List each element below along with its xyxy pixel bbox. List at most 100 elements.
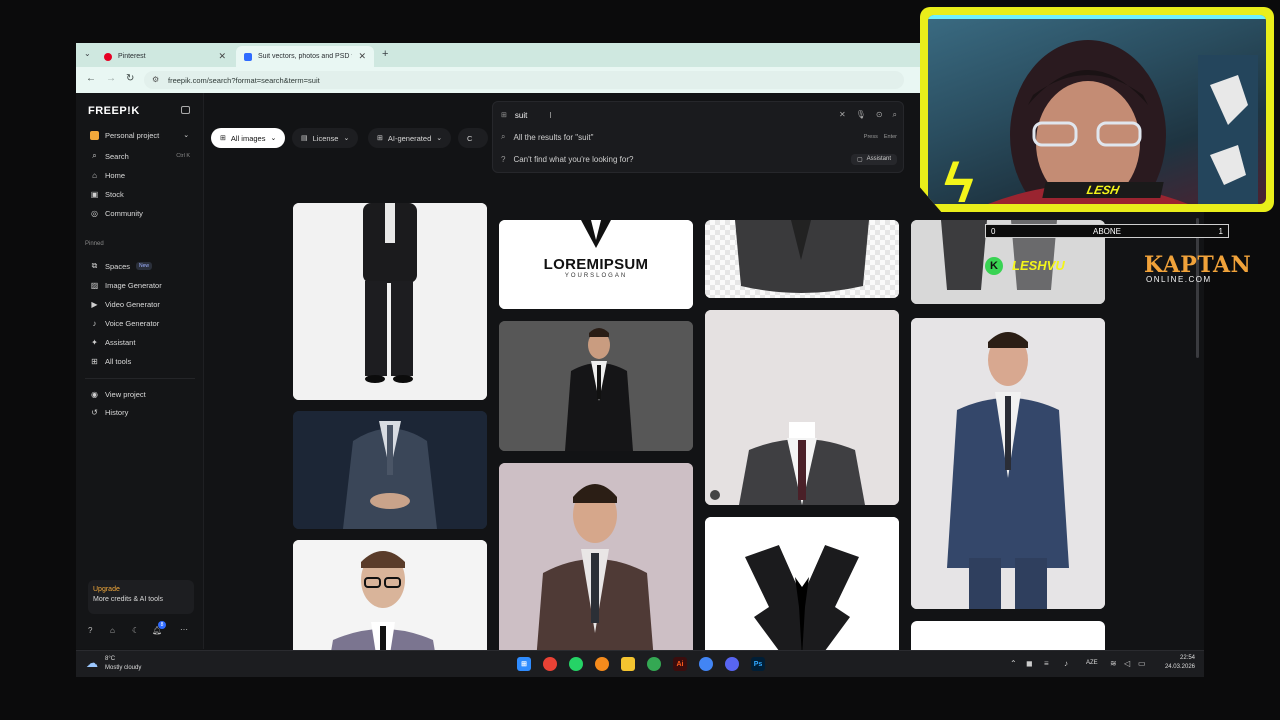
freepik-icon <box>244 52 252 61</box>
collapse-sidebar-icon[interactable] <box>181 106 190 114</box>
grid-icon: ⊞ <box>501 112 507 119</box>
illustrator-icon[interactable]: Ai <box>673 657 687 671</box>
filter-license[interactable]: ▤ License ⌄ <box>292 128 359 148</box>
suit-photo-image <box>499 463 693 677</box>
filter-all-images[interactable]: ⊞ All images ⌄ <box>211 128 286 148</box>
battery-icon[interactable]: ▭ <box>1138 659 1146 668</box>
more-icon[interactable]: ⋯ <box>180 625 188 634</box>
press-hint: Press <box>863 134 878 140</box>
weather-temp[interactable]: 8°C <box>105 656 115 662</box>
tray-mic-icon[interactable]: ♪ <box>1064 659 1068 668</box>
chevron-down-icon: ⌄ <box>183 132 190 139</box>
chrome-alt-icon[interactable] <box>699 657 713 671</box>
enter-key-hint: Enter <box>883 134 897 140</box>
streamer-name: LESH <box>1042 182 1164 198</box>
camera-icon[interactable]: ⊙ <box>876 110 883 120</box>
chevron-down-icon: ⌄ <box>270 135 277 142</box>
blender-icon[interactable] <box>595 657 609 671</box>
close-tab-icon[interactable]: ✕ <box>218 51 226 62</box>
back-icon[interactable]: ← <box>86 73 96 84</box>
result-suit-full-body[interactable] <box>293 203 487 400</box>
result-suit-grey-bg[interactable] <box>499 321 693 451</box>
abone-end: 1 <box>1218 226 1223 236</box>
result-jacket-transparent[interactable] <box>705 220 899 298</box>
license-icon: ▤ <box>301 135 308 142</box>
tray-chevron-icon[interactable]: ⌃ <box>1010 659 1017 668</box>
address-bar[interactable]: ⚙ freepik.com/search?format=search&term=… <box>144 71 904 89</box>
clock-time[interactable]: 22:54 <box>1159 655 1195 661</box>
spaces-icon: ⧉ <box>91 261 98 270</box>
discord-icon[interactable] <box>725 657 739 671</box>
weather-desc[interactable]: Mostly cloudy <box>105 665 141 671</box>
sidebar-item-label: View project <box>105 389 146 399</box>
tray-settings-icon[interactable]: ≡ <box>1044 659 1049 668</box>
webcam-frame: ϟ LESH <box>920 7 1274 212</box>
sidebar-item-label: Image Generator <box>105 280 162 290</box>
all-results-text: All the results for "suit" <box>513 132 594 142</box>
windows-start-icon[interactable]: ⊞ <box>517 657 531 671</box>
chip-label: AI-generated <box>387 133 432 143</box>
sidebar-item-search[interactable]: ⌕ Search Ctrl K <box>90 149 190 163</box>
reload-icon[interactable]: ↻ <box>126 73 134 84</box>
sidebar-item-assistant[interactable]: ✦ Assistant <box>90 335 135 349</box>
whatsapp-icon[interactable] <box>569 657 583 671</box>
upgrade-card[interactable]: Upgrade More credits & AI tools <box>88 580 194 614</box>
assistant-button[interactable]: ▢ Assistant <box>850 154 897 165</box>
microphone-icon[interactable]: 🎙︎ <box>856 110 866 120</box>
sidebar-item-all-tools[interactable]: ⊞ All tools <box>90 354 131 368</box>
volume-icon[interactable]: ◁ <box>1124 659 1130 668</box>
result-suit-buttoning[interactable] <box>293 411 487 529</box>
search-input-row[interactable]: ⊞ suit I ✕ 🎙︎ ⊙ ⌕ <box>501 110 897 120</box>
tab-freepik[interactable]: Suit vectors, photos and PSD fi ✕ <box>236 46 374 67</box>
lightning-icon: ϟ <box>944 151 974 205</box>
sidebar-item-label: Community <box>105 208 143 218</box>
photoshop-icon[interactable]: Ps <box>751 657 765 671</box>
globe-icon: ◎ <box>91 208 98 218</box>
help-circle-icon: ? <box>501 155 506 164</box>
eye-icon: ◉ <box>91 389 98 399</box>
result-suit-navy[interactable] <box>911 318 1105 609</box>
all-results-row[interactable]: ⌕ All the results for "suit" Press Enter <box>501 132 897 142</box>
sidebar-item-voice-generator[interactable]: ♪ Voice Generator <box>90 316 160 330</box>
sidebar-item-video-generator[interactable]: ▶ Video Generator <box>90 297 159 311</box>
tab-pinterest[interactable]: Pinterest ✕ <box>96 46 234 67</box>
assistant-label: Assistant <box>866 156 891 162</box>
sidebar-item-home[interactable]: ⌂ Home <box>90 168 125 182</box>
tray-app-icon[interactable]: ◼ <box>1026 659 1033 668</box>
site-settings-icon[interactable]: ⚙ <box>152 75 159 84</box>
file-explorer-icon[interactable] <box>621 657 635 671</box>
chrome-icon[interactable] <box>543 657 557 671</box>
sidebar-item-spaces[interactable]: ⧉ Spaces New <box>90 259 153 273</box>
sidebar-item-image-generator[interactable]: ▨ Image Generator <box>90 278 162 292</box>
filter-ai-generated[interactable]: ⊞ AI-generated ⌄ <box>368 128 452 148</box>
search-icon[interactable]: ⌕ <box>893 110 897 120</box>
pinterest-icon <box>104 52 112 61</box>
filter-more[interactable]: C <box>458 128 488 148</box>
project-selector[interactable]: Personal project ⌄ <box>90 128 189 142</box>
result-mannequin-suit[interactable] <box>705 310 899 505</box>
tab-list-icon[interactable]: ⌄ <box>84 49 91 58</box>
theme-icon[interactable]: ☾ <box>132 626 139 635</box>
page-scrollbar[interactable] <box>1196 218 1199 358</box>
clock-date[interactable]: 24.03.2026 <box>1159 664 1195 670</box>
new-tab-button[interactable]: + <box>382 48 388 60</box>
learn-icon[interactable]: ⌂ <box>110 626 115 635</box>
language-indicator[interactable]: AZE <box>1086 660 1098 666</box>
upgrade-subtitle: More credits & AI tools <box>93 596 164 603</box>
result-logo-card[interactable]: LOREMIPSUM YOURSLOGAN <box>499 220 693 309</box>
freepik-logo[interactable]: FREEP!K <box>88 105 140 117</box>
wifi-icon[interactable]: ≋ <box>1110 659 1117 668</box>
taskbar: ☁ 8°C Mostly cloudy ⊞ Ai Ps ⌃ ◼ ≡ ♪ AZE … <box>76 650 1204 677</box>
help-icon[interactable]: ? <box>88 626 92 635</box>
sidebar-item-label: Spaces <box>105 261 131 271</box>
close-tab-icon[interactable]: ✕ <box>358 51 366 62</box>
result-suit-brown[interactable] <box>499 463 693 677</box>
sidebar-item-community[interactable]: ◎ Community <box>90 206 143 220</box>
forward-icon[interactable]: → <box>106 73 116 84</box>
clear-icon[interactable]: ✕ <box>839 110 846 120</box>
chrome-profile-icon[interactable] <box>647 657 661 671</box>
sidebar-item-stock[interactable]: ▣ Stock <box>90 187 124 201</box>
search-input[interactable]: suit <box>515 111 527 120</box>
sidebar-item-history[interactable]: ↺ History <box>90 405 128 419</box>
sidebar-item-view-project[interactable]: ◉ View project <box>90 387 146 401</box>
